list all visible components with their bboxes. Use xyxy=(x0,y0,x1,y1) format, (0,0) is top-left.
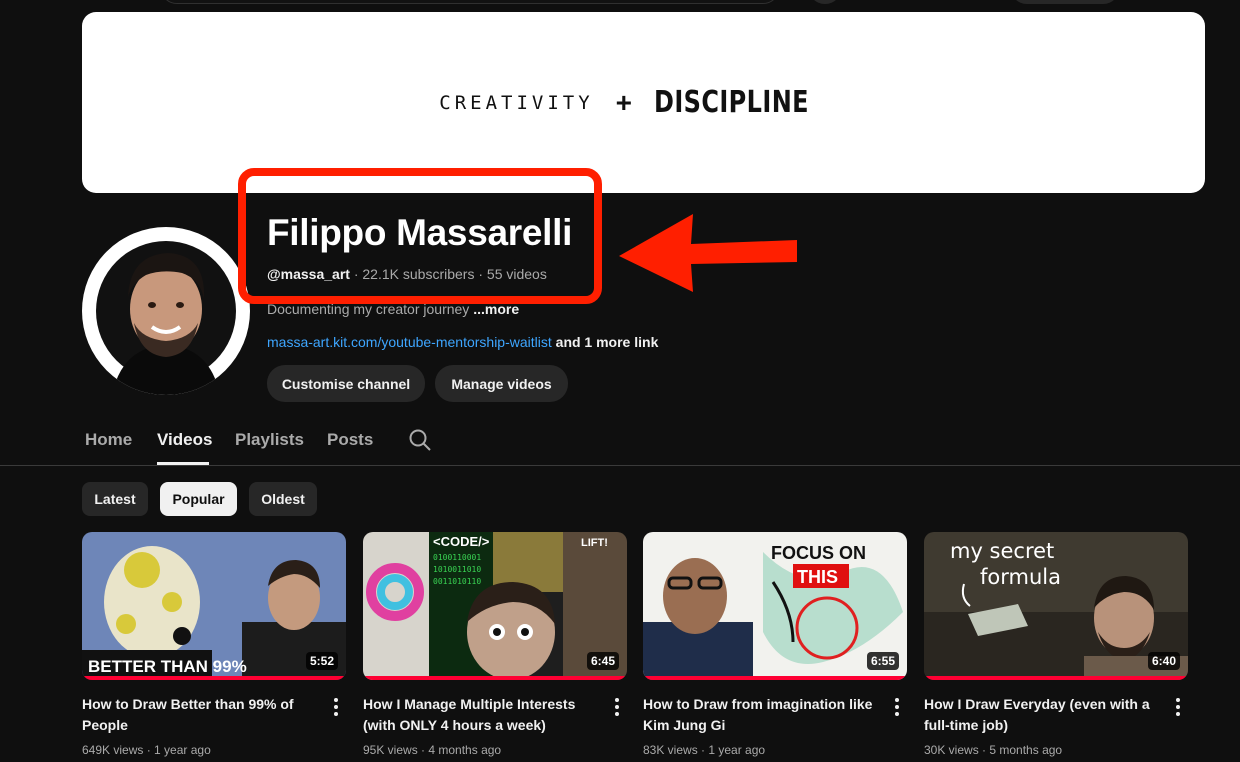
more-links-button[interactable]: and 1 more link xyxy=(552,334,659,350)
channel-handle: @massa_art xyxy=(267,266,350,282)
thumbnail-caption-2: LIFT! xyxy=(581,537,608,549)
tab-videos[interactable]: Videos xyxy=(157,430,212,450)
channel-tabs: Home Videos Playlists Posts xyxy=(0,416,1240,466)
video-meta: 95K views · 4 months ago xyxy=(363,743,501,757)
description-text: Documenting my creator journey xyxy=(267,301,474,317)
manage-videos-button[interactable]: Manage videos xyxy=(435,365,568,402)
video-card[interactable]: my secret formula 6:40 How I Draw Everyd… xyxy=(924,532,1188,757)
search-icon[interactable] xyxy=(408,428,432,452)
video-meta: 83K views · 1 year ago xyxy=(643,743,765,757)
subscriber-count: 22.1K subscribers xyxy=(362,266,475,282)
video-duration: 6:55 xyxy=(866,652,899,670)
video-card[interactable]: FOCUS ON THIS 6:55 How to Draw from imag… xyxy=(643,532,907,757)
video-title[interactable]: How to Draw Better than 99% of People xyxy=(82,694,312,736)
svg-text:1010011010: 1010011010 xyxy=(433,565,481,574)
active-tab-indicator xyxy=(157,462,209,465)
watch-progress-bar xyxy=(363,676,627,680)
video-duration: 6:40 xyxy=(1147,652,1180,670)
chip-popular[interactable]: Popular xyxy=(160,482,237,516)
video-views: 30K views xyxy=(924,743,979,757)
channel-external-link[interactable]: massa-art.kit.com/youtube-mentorship-wai… xyxy=(267,334,552,350)
thumbnail-caption: my secret xyxy=(950,539,1054,563)
thumbnail-caption: BETTER THAN 99% xyxy=(88,657,247,676)
video-duration: 5:52 xyxy=(305,652,338,670)
banner-text-discipline: DISCIPLINE xyxy=(654,85,809,120)
customise-channel-button[interactable]: Customise channel xyxy=(267,365,425,402)
thumbnail-caption: <CODE/> xyxy=(433,534,490,549)
channel-banner: CREATIVITY + DISCIPLINE xyxy=(82,12,1205,193)
meta-separator: · xyxy=(474,266,487,282)
video-title[interactable]: How to Draw from imagination like Kim Ju… xyxy=(643,694,873,736)
video-title[interactable]: How I Draw Everyday (even with a full-ti… xyxy=(924,694,1154,736)
channel-name: Filippo Massarelli xyxy=(267,212,573,253)
video-title[interactable]: How I Manage Multiple Interests (with ON… xyxy=(363,694,593,736)
video-thumbnail[interactable]: FOCUS ON THIS 6:55 xyxy=(643,532,907,680)
video-thumbnail[interactable]: BETTER THAN 99% 5:52 xyxy=(82,532,346,680)
search-bar[interactable] xyxy=(160,0,780,4)
more-options-icon[interactable] xyxy=(889,698,905,718)
svg-text:0011010110: 0011010110 xyxy=(433,577,481,586)
video-age: 4 months ago xyxy=(428,743,502,757)
thumbnail-caption-2: THIS xyxy=(797,567,838,587)
channel-description[interactable]: Documenting my creator journey ...more xyxy=(267,301,519,317)
meta-separator: · xyxy=(349,266,363,282)
meta-separator: · xyxy=(978,743,990,757)
thumbnail-caption-2: formula xyxy=(980,565,1061,589)
video-age: 1 year ago xyxy=(154,743,211,757)
video-thumbnail[interactable]: 0100110001 1010011010 0011010110 <CODE/>… xyxy=(363,532,627,680)
more-options-icon[interactable] xyxy=(1170,698,1186,718)
meta-separator: · xyxy=(143,743,155,757)
more-options-icon[interactable] xyxy=(609,698,625,718)
create-button[interactable] xyxy=(1010,0,1120,4)
chip-latest[interactable]: Latest xyxy=(82,482,148,516)
meta-separator: · xyxy=(697,743,709,757)
video-card[interactable]: BETTER THAN 99% 5:52 How to Draw Better … xyxy=(82,532,346,757)
meta-separator: · xyxy=(417,743,429,757)
channel-links: massa-art.kit.com/youtube-mentorship-wai… xyxy=(267,334,658,350)
video-age: 1 year ago xyxy=(708,743,766,757)
watch-progress-bar xyxy=(643,676,907,680)
chip-oldest[interactable]: Oldest xyxy=(249,482,317,516)
masthead-partial xyxy=(0,0,1240,6)
video-views: 83K views xyxy=(643,743,698,757)
video-count: 55 videos xyxy=(486,266,547,282)
video-card[interactable]: 0100110001 1010011010 0011010110 <CODE/>… xyxy=(363,532,627,757)
tab-posts[interactable]: Posts xyxy=(327,430,373,450)
tab-playlists[interactable]: Playlists xyxy=(235,430,304,450)
video-meta: 649K views · 1 year ago xyxy=(82,743,211,757)
banner-text-creativity: CREATIVITY xyxy=(439,91,594,114)
channel-avatar[interactable] xyxy=(82,227,250,395)
thumbnail-caption: FOCUS ON xyxy=(771,543,866,563)
video-thumbnail[interactable]: my secret formula 6:40 xyxy=(924,532,1188,680)
watch-progress-bar xyxy=(924,676,1188,680)
channel-meta: @massa_art · 22.1K subscribers · 55 vide… xyxy=(267,266,547,282)
voice-search-button[interactable] xyxy=(808,0,842,4)
video-views: 649K views xyxy=(82,743,144,757)
tab-home[interactable]: Home xyxy=(85,430,132,450)
banner-plus: + xyxy=(615,86,633,118)
description-more-link[interactable]: ...more xyxy=(473,301,519,317)
annotation-arrow-icon xyxy=(619,214,797,292)
watch-progress-bar xyxy=(82,676,346,680)
video-views: 95K views xyxy=(363,743,418,757)
video-meta: 30K views · 5 months ago xyxy=(924,743,1062,757)
svg-text:0100110001: 0100110001 xyxy=(433,553,481,562)
video-duration: 6:45 xyxy=(586,652,619,670)
video-age: 5 months ago xyxy=(989,743,1063,757)
more-options-icon[interactable] xyxy=(328,698,344,718)
